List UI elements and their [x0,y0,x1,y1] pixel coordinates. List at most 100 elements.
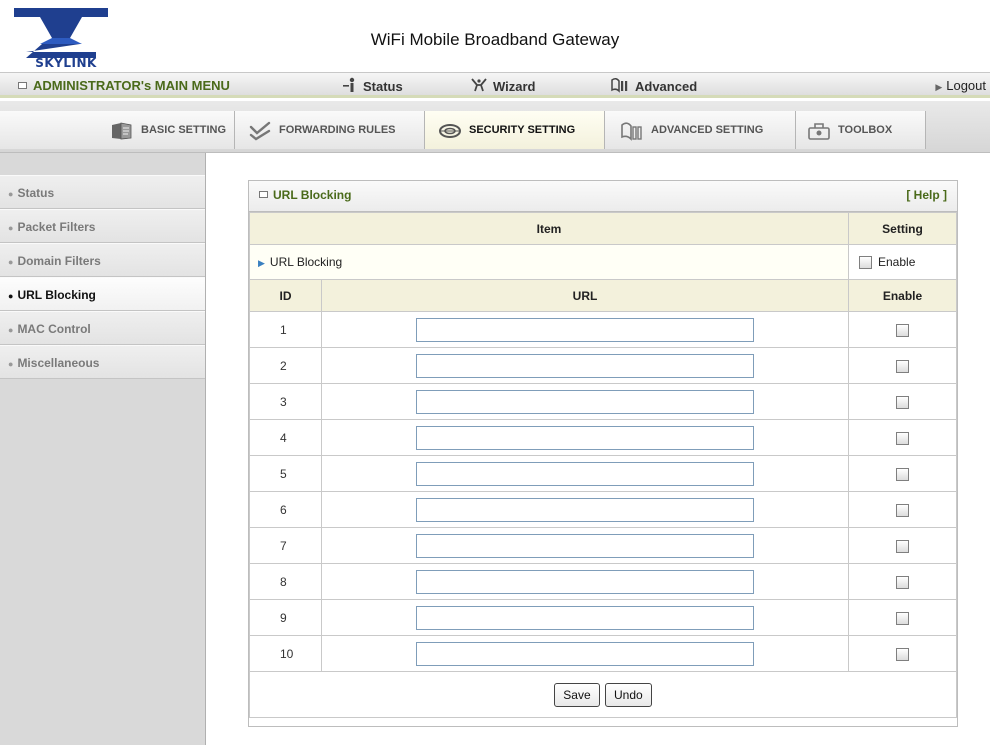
tab-security-label: SECURITY SETTING [469,124,576,136]
advanced-icon [610,76,630,96]
url-input-1[interactable] [416,317,754,342]
logout-link[interactable]: ▶ Logout [935,76,986,96]
url-input-3[interactable] [416,389,754,414]
row-id: 5 [249,455,322,492]
sidebar-item-label: Domain Filters [17,254,101,268]
sidebar-item-label: Status [17,186,55,200]
sidebar-item-status[interactable]: ● Status [0,175,205,209]
url-blocking-item-label: URL Blocking [269,255,343,269]
bullet-icon: ● [8,189,14,199]
col-header-setting: Setting [848,212,957,245]
url-input-8[interactable] [416,569,754,594]
col-header-url: URL [321,279,849,312]
tab-security-setting[interactable]: SECURITY SETTING [425,111,605,149]
enable-checkbox-6[interactable] [896,503,909,517]
status-person-icon [342,76,358,96]
row-id: 6 [249,491,322,528]
enable-checkbox-3[interactable] [896,395,909,409]
menu-wizard-label: Wizard [493,79,536,94]
sidebar-item-domain-filters[interactable]: ● Domain Filters [0,243,205,277]
bullet-icon: ● [8,223,14,233]
row-id: 8 [249,563,322,600]
square-bullet-icon [18,82,27,89]
sidebar-item-label: Packet Filters [17,220,96,234]
table-row: 5 [249,455,957,492]
table-row: 7 [249,527,957,564]
panel-title: URL Blocking [273,188,352,202]
bullet-icon: ● [8,257,14,267]
toolbox-icon [806,119,832,140]
sidebar-item-mac-control[interactable]: ● MAC Control [0,311,205,345]
url-input-2[interactable] [416,353,754,378]
help-link[interactable]: [ Help ] [906,181,947,210]
enable-checkbox-5[interactable] [896,467,909,481]
sidebar: ● Status ● Packet Filters ● Domain Filters … [0,153,206,745]
table-row: 9 [249,599,957,636]
tab-basic-setting[interactable]: BASIC SETTING [0,111,235,149]
table-row: 8 [249,563,957,600]
main-menu-bar: ADMINISTRATOR's MAIN MENU Status Wizard … [0,72,990,98]
url-input-7[interactable] [416,533,754,558]
row-id: 7 [249,527,322,564]
enable-label: Enable [878,254,916,269]
menu-status-label: Status [363,79,403,94]
menu-status[interactable]: Status [342,76,403,96]
row-id: 2 [249,347,322,384]
advanced-setting-icon [619,119,645,141]
url-input-5[interactable] [416,461,754,486]
sidebar-item-miscellaneous[interactable]: ● Miscellaneous [0,345,205,379]
row-id: 1 [249,311,322,348]
sidebar-item-packet-filters[interactable]: ● Packet Filters [0,209,205,243]
logout-label: Logout [946,78,986,93]
tab-forwarding-rules[interactable]: FORWARDING RULES [235,111,425,149]
menu-advanced-label: Advanced [635,79,698,94]
url-blocking-setting-cell: Enable [848,244,957,280]
row-id: 9 [249,599,322,636]
forwarding-rules-icon [247,119,273,141]
table-row: 2 [249,347,957,384]
sidebar-item-label: URL Blocking [17,288,96,302]
tab-toolbox-label: TOOLBOX [838,124,893,136]
url-blocking-item-cell: ▶ URL Blocking [249,244,849,280]
bullet-icon: ● [8,325,14,335]
sidebar-item-url-blocking[interactable]: ● URL Blocking [0,277,205,311]
tab-toolbox[interactable]: TOOLBOX [796,111,926,149]
sidebar-item-label: Miscellaneous [17,356,100,370]
menu-wizard[interactable]: Wizard [470,76,536,96]
url-input-10[interactable] [416,641,754,666]
enable-checkbox-9[interactable] [896,611,909,625]
panel-header: URL Blocking [ Help ] [249,181,957,212]
col-header-id: ID [249,279,322,312]
enable-checkbox-7[interactable] [896,539,909,553]
table-row: 3 [249,383,957,420]
basic-setting-icon [109,119,135,140]
bullet-icon: ● [8,359,14,369]
enable-checkbox-2[interactable] [896,359,909,373]
url-input-9[interactable] [416,605,754,630]
row-id: 4 [249,419,322,456]
app-title: WiFi Mobile Broadband Gateway [370,30,620,49]
tab-advanced-setting[interactable]: ADVANCED SETTING [605,111,796,149]
menu-advanced[interactable]: Advanced [610,76,697,96]
enable-checkbox-8[interactable] [896,575,909,589]
triangle-right-icon: ▶ [935,82,943,92]
undo-button[interactable]: Undo [605,682,652,707]
enable-checkbox-1[interactable] [896,323,909,337]
table-row: 10 [249,635,957,672]
url-blocking-enable-checkbox[interactable] [859,256,872,270]
sidebar-item-label: MAC Control [17,322,91,336]
enable-checkbox-10[interactable] [896,647,909,661]
enable-checkbox-4[interactable] [896,431,909,445]
save-button[interactable]: Save [554,682,600,707]
tab-forwarding-label: FORWARDING RULES [279,124,396,136]
row-id: 3 [249,383,322,420]
url-input-6[interactable] [416,497,754,522]
tab-basic-label: BASIC SETTING [141,124,226,136]
url-input-4[interactable] [416,425,754,450]
square-bullet-icon [259,191,268,198]
url-blocking-table: Item Setting ▶ URL Blocking Enable ID URL… [249,212,957,718]
triangle-right-icon: ▶ [258,258,265,268]
table-row: 6 [249,491,957,528]
tab-bar: BASIC SETTING FORWARDING RULES SECURITY … [0,101,990,153]
logo-wordmark: SKYLINK [35,56,97,68]
